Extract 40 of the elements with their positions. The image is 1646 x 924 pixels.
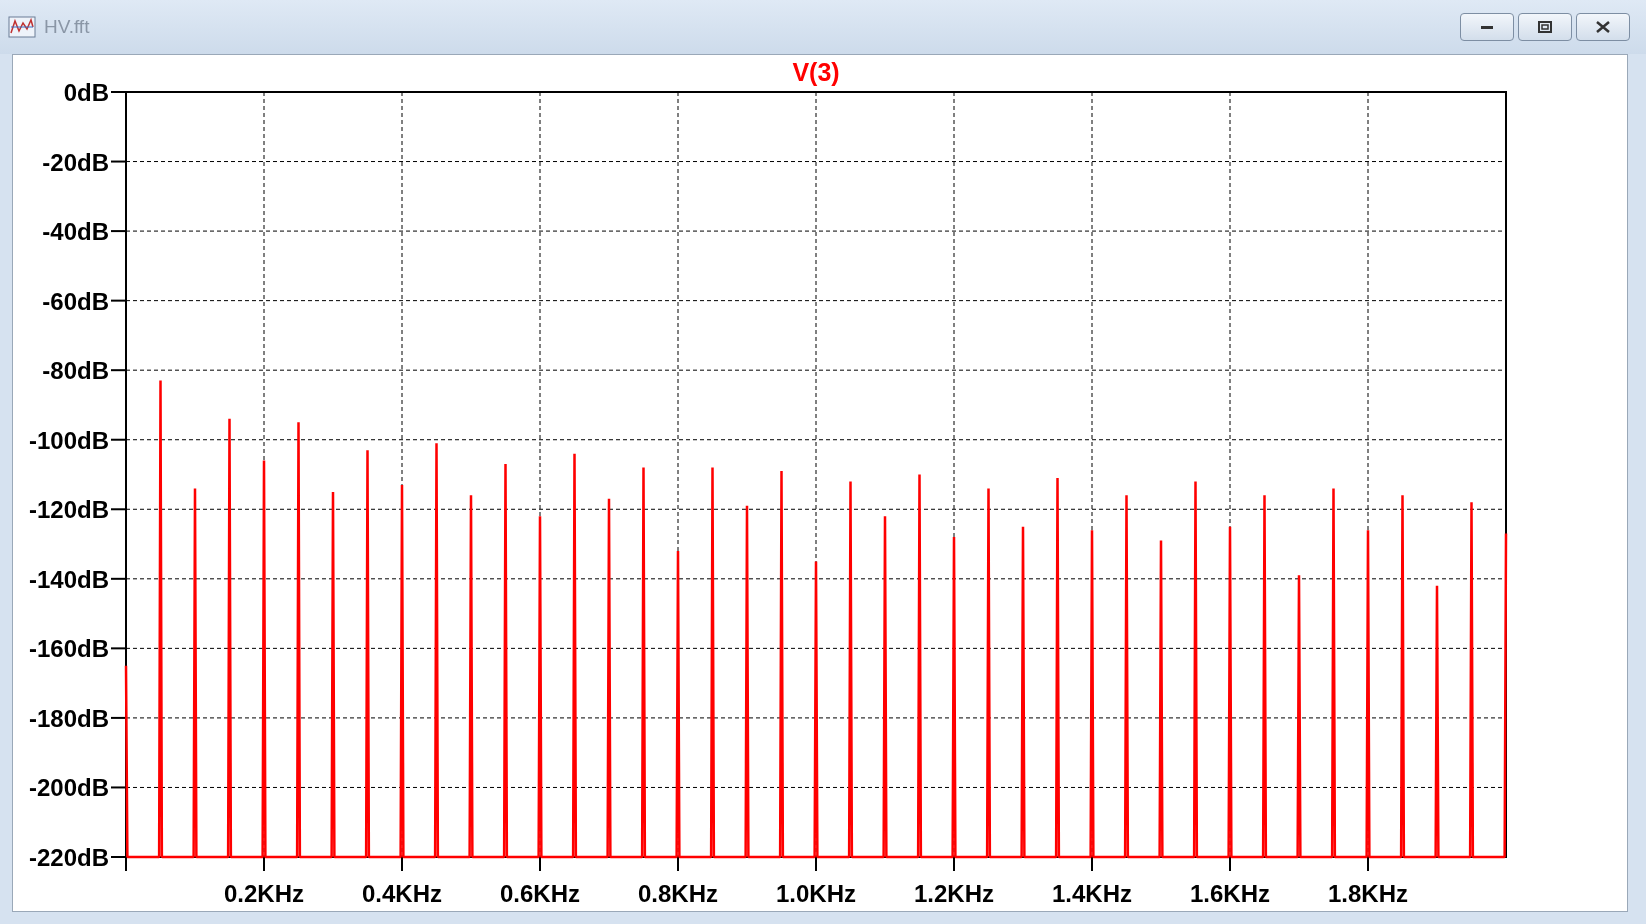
y-tick-label: -160dB: [28, 635, 109, 663]
y-tick-label: -220dB: [28, 844, 109, 871]
tick-mark: [1367, 856, 1369, 872]
x-tick-label: 0.6KHz: [500, 880, 580, 907]
tick-mark: [1091, 856, 1093, 872]
x-tick-label: 1.2KHz: [914, 880, 994, 907]
restore-icon: [1538, 21, 1552, 33]
close-button[interactable]: [1576, 13, 1630, 41]
y-tick-label: -120dB: [28, 496, 109, 524]
tick-mark: [1229, 856, 1231, 872]
y-tick-label: -100dB: [28, 426, 109, 454]
x-tick-label: 0.2KHz: [224, 880, 304, 907]
tick-mark: [815, 856, 817, 872]
y-tick-label: -40dB: [42, 218, 109, 246]
tick-mark: [110, 716, 127, 719]
x-tick-label: 1.0KHz: [776, 880, 856, 907]
maximize-button[interactable]: [1518, 13, 1572, 41]
tick-mark: [539, 856, 541, 872]
minimize-button[interactable]: [1460, 13, 1514, 41]
tick-mark: [401, 856, 403, 872]
y-tick-label: -20dB: [42, 148, 109, 176]
y-tick-label: -140dB: [28, 565, 109, 593]
y-tick-label: -60dB: [42, 287, 109, 315]
window-title: HV.fft: [44, 14, 90, 39]
x-tick-label: 0.8KHz: [638, 880, 718, 907]
x-tick-label: 0.4KHz: [362, 880, 442, 907]
y-tick-label: 0dB: [63, 79, 109, 106]
y-tick-label: -180dB: [28, 704, 109, 732]
x-tick-label: 1.8KHz: [1328, 880, 1408, 907]
close-icon: [1596, 21, 1610, 33]
tick-mark: [953, 856, 955, 872]
x-tick-label: 1.6KHz: [1190, 880, 1270, 907]
tick-mark: [677, 856, 679, 872]
y-tick-label: -80dB: [42, 357, 109, 385]
tick-mark: [263, 856, 265, 872]
minimize-icon: [1481, 25, 1493, 29]
x-tick-label: 1.4KHz: [1052, 880, 1132, 907]
chart-title: V(3): [792, 58, 840, 86]
waveform-app-icon: [8, 15, 36, 39]
y-tick-label: -200dB: [28, 774, 109, 802]
